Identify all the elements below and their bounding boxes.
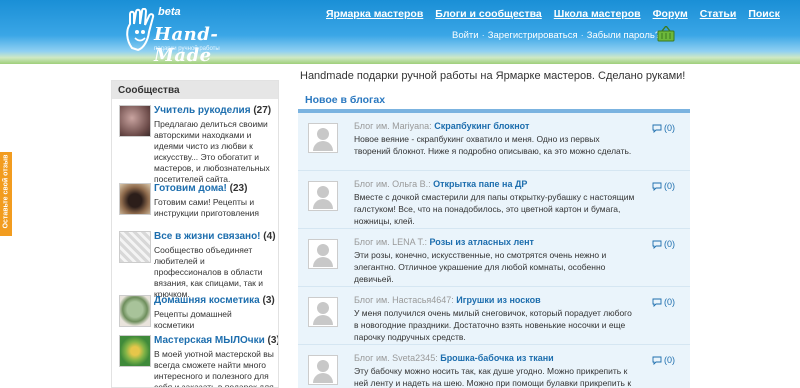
post-title[interactable]: Открытка папе на ДР xyxy=(433,179,527,189)
author-avatar[interactable] xyxy=(308,181,338,211)
post-title[interactable]: Скрапбукинг блокнот xyxy=(434,121,529,131)
post-comments[interactable]: (0) xyxy=(652,355,675,365)
comment-count: (0) xyxy=(664,297,675,307)
community-item: Домашняя косметика (3) Рецепты домашней … xyxy=(112,289,278,330)
sidebar-title: Сообщества xyxy=(112,81,278,99)
register-link[interactable]: Зарегистрироваться xyxy=(488,30,578,41)
community-link[interactable]: Все в жизни связано! xyxy=(154,231,261,242)
community-link[interactable]: Готовим дома! xyxy=(154,183,227,194)
community-description: В моей уютной мастерской вы всегда сможе… xyxy=(154,349,274,388)
nav-school[interactable]: Школа мастеров xyxy=(554,8,641,22)
post-comments[interactable]: (0) xyxy=(652,123,675,133)
comment-icon xyxy=(652,240,662,249)
auth-separator: · xyxy=(580,30,584,41)
community-count: (4) xyxy=(263,231,276,242)
nav-blogs[interactable]: Блоги и сообщества xyxy=(435,8,541,22)
post-comments[interactable]: (0) xyxy=(652,239,675,249)
community-link[interactable]: Мастерская МЫЛОчки xyxy=(154,335,265,346)
blog-post-list: Блог им. Mariyana: Скрапбукинг блокнот Н… xyxy=(298,113,690,388)
post-excerpt: Эти розы, конечно, искусственные, но смо… xyxy=(354,250,607,284)
comment-count: (0) xyxy=(664,123,675,133)
comment-count: (0) xyxy=(664,239,675,249)
post-comments[interactable]: (0) xyxy=(652,181,675,191)
post-blog-name[interactable]: Блог им. LENA T.: xyxy=(354,237,427,247)
community-thumbnail[interactable] xyxy=(119,105,151,137)
author-avatar[interactable] xyxy=(308,239,338,269)
blog-post: Блог им. Sveta2345: Брошка-бабочка из тк… xyxy=(298,345,690,388)
post-title[interactable]: Игрушки из носков xyxy=(456,295,540,305)
author-avatar[interactable] xyxy=(308,123,338,153)
blog-post: Блог им. LENA T.: Розы из атласных лент … xyxy=(298,229,690,287)
community-link[interactable]: Домашняя косметика xyxy=(154,295,260,306)
community-count: (3) xyxy=(262,295,275,306)
community-thumbnail[interactable] xyxy=(119,183,151,215)
post-excerpt: Эту бабочку можно носить так, как душе у… xyxy=(354,366,632,388)
nav-search[interactable]: Поиск xyxy=(748,8,780,22)
blog-post: Блог им. Mariyana: Скрапбукинг блокнот Н… xyxy=(298,113,690,171)
comment-icon xyxy=(652,356,662,365)
blog-post: Блог им. Ольга В.: Открытка папе на ДР В… xyxy=(298,171,690,229)
community-count: (23) xyxy=(229,183,248,194)
community-description: Предлагаю делиться своими авторскими нах… xyxy=(154,119,270,184)
community-link[interactable]: Учитель рукоделия xyxy=(154,105,251,116)
post-blog-name[interactable]: Блог им. Mariyana: xyxy=(354,121,432,131)
community-item: Мастерская МЫЛОчки (3) В моей уютной мас… xyxy=(112,329,279,388)
logo-name: Hand-Made xyxy=(154,24,219,64)
auth-links: Войти · Зарегистрироваться · Забыли паро… xyxy=(452,30,660,41)
top-navigation: Ярмарка мастеров Блоги и сообщества Школ… xyxy=(326,8,792,22)
community-item: Готовим дома! (23) Готовим сами! Рецепты… xyxy=(112,177,278,225)
author-avatar[interactable] xyxy=(308,297,338,327)
communities-sidebar: Сообщества Учитель рукоделия (27) Предла… xyxy=(111,80,279,388)
nav-fair[interactable]: Ярмарка мастеров xyxy=(326,8,423,22)
comment-count: (0) xyxy=(664,181,675,191)
nav-forum[interactable]: Форум xyxy=(653,8,688,22)
page-tagline: Handmade подарки ручной работы на Ярмарк… xyxy=(300,70,686,82)
post-comments[interactable]: (0) xyxy=(652,297,675,307)
comment-icon xyxy=(652,182,662,191)
blog-section-title: Новое в блогах xyxy=(305,94,386,106)
auth-separator: · xyxy=(481,30,485,41)
post-blog-name[interactable]: Блог им. Настасья4647: xyxy=(354,295,454,305)
community-thumbnail[interactable] xyxy=(119,295,151,327)
post-title[interactable]: Розы из атласных лент xyxy=(430,237,534,247)
post-excerpt: Вместе с дочкой смастерили для папы откр… xyxy=(354,192,635,226)
feedback-label: Оставьте свой отзыв xyxy=(2,154,10,229)
community-thumbnail[interactable] xyxy=(119,231,151,263)
comment-icon xyxy=(652,298,662,307)
community-count: (3) xyxy=(267,335,279,346)
login-link[interactable]: Войти xyxy=(452,30,479,41)
community-item: Все в жизни связано! (4) Сообщество объе… xyxy=(112,225,278,299)
basket-icon[interactable] xyxy=(657,26,675,42)
logo-beta-label: beta xyxy=(158,6,181,18)
forgot-password-link[interactable]: Забыли пароль? xyxy=(587,30,660,41)
post-blog-name[interactable]: Блог им. Ольга В.: xyxy=(354,179,431,189)
community-thumbnail[interactable] xyxy=(119,335,151,367)
blog-post: Блог им. Настасья4647: Игрушки из носков… xyxy=(298,287,690,345)
post-title[interactable]: Брошка-бабочка из ткани xyxy=(440,353,554,363)
site-header: beta Hand-Made подарки ручной работы Ярм… xyxy=(0,0,800,64)
post-excerpt: Новое веяние - скрапбукинг охватило и ме… xyxy=(354,134,632,156)
community-item: Учитель рукоделия (27) Предлагаю делитьс… xyxy=(112,99,278,184)
post-blog-name[interactable]: Блог им. Sveta2345: xyxy=(354,353,438,363)
post-excerpt: У меня получился очень милый снеговичок,… xyxy=(354,308,632,342)
feedback-tab[interactable]: Оставьте свой отзыв xyxy=(0,152,12,236)
author-avatar[interactable] xyxy=(308,355,338,385)
site-logo[interactable]: beta Hand-Made подарки ручной работы xyxy=(120,6,250,64)
community-description: Рецепты домашней косметики xyxy=(154,309,232,330)
nav-articles[interactable]: Статьи xyxy=(700,8,737,22)
community-description: Готовим сами! Рецепты и инструкции приго… xyxy=(154,197,260,218)
community-count: (27) xyxy=(253,105,272,116)
logo-subtitle: подарки ручной работы xyxy=(154,46,220,52)
comment-icon xyxy=(652,124,662,133)
comment-count: (0) xyxy=(664,355,675,365)
